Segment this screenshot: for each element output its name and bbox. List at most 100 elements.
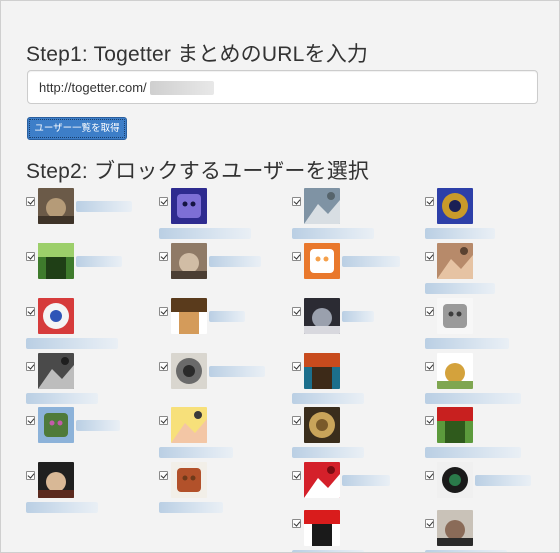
user-name-redacted xyxy=(425,447,521,458)
anime-character-icon xyxy=(38,462,74,498)
user-name-redacted xyxy=(425,228,495,239)
user-list-item[interactable] xyxy=(425,298,545,354)
anime-character-icon xyxy=(171,188,207,224)
user-name-redacted xyxy=(26,502,98,513)
user-list-item[interactable] xyxy=(26,298,146,354)
canal-photo-icon xyxy=(304,188,340,224)
user-select-checkbox[interactable] xyxy=(159,252,168,261)
user-list-item[interactable] xyxy=(292,298,412,354)
user-name-redacted xyxy=(209,366,265,377)
skull-pirate-icon xyxy=(304,462,340,498)
user-name-redacted xyxy=(475,475,531,486)
user-list-item[interactable] xyxy=(292,188,412,244)
user-list-item[interactable] xyxy=(26,462,146,518)
user-select-checkbox[interactable] xyxy=(292,252,301,261)
user-name-redacted xyxy=(159,228,251,239)
user-name-redacted xyxy=(76,256,122,267)
wing-illustration-icon xyxy=(437,298,473,334)
user-select-checkbox[interactable] xyxy=(425,362,434,371)
cat-photo-icon xyxy=(38,188,74,224)
user-name-redacted xyxy=(292,228,374,239)
user-grid xyxy=(1,1,559,552)
user-select-checkbox[interactable] xyxy=(292,416,301,425)
anime-character-icon xyxy=(171,407,207,443)
car-photo-icon xyxy=(437,407,473,443)
pirate-character-icon xyxy=(437,462,473,498)
user-name-redacted xyxy=(342,311,374,322)
user-list-item[interactable] xyxy=(292,353,412,409)
user-select-checkbox[interactable] xyxy=(292,197,301,206)
user-select-checkbox[interactable] xyxy=(26,471,35,480)
user-name-redacted xyxy=(159,447,233,458)
user-list-item[interactable] xyxy=(425,407,545,463)
user-name-redacted xyxy=(342,256,400,267)
gold-object-icon xyxy=(304,407,340,443)
user-select-checkbox[interactable] xyxy=(292,519,301,528)
user-select-checkbox[interactable] xyxy=(425,307,434,316)
sushi-logo-icon xyxy=(437,353,473,389)
user-select-checkbox[interactable] xyxy=(292,362,301,371)
user-select-checkbox[interactable] xyxy=(26,252,35,261)
user-list-item[interactable] xyxy=(292,510,412,552)
user-list-item[interactable] xyxy=(159,462,279,518)
user-select-checkbox[interactable] xyxy=(292,307,301,316)
user-list-item[interactable] xyxy=(159,407,279,463)
ramen-photo-icon xyxy=(171,462,207,498)
user-name-redacted xyxy=(425,338,509,349)
user-name-redacted xyxy=(209,256,261,267)
user-select-checkbox[interactable] xyxy=(292,471,301,480)
user-select-checkbox[interactable] xyxy=(425,252,434,261)
user-select-checkbox[interactable] xyxy=(159,416,168,425)
user-list-item[interactable] xyxy=(26,353,146,409)
cat-photo-icon xyxy=(171,243,207,279)
user-list-item[interactable] xyxy=(425,510,545,552)
portrait-photo-icon xyxy=(437,510,473,546)
user-name-redacted xyxy=(342,475,390,486)
user-name-redacted xyxy=(76,420,120,431)
user-list-item[interactable] xyxy=(159,188,279,244)
user-select-checkbox[interactable] xyxy=(159,471,168,480)
user-list-item[interactable] xyxy=(159,298,279,354)
user-list-item[interactable] xyxy=(26,407,146,463)
user-name-redacted xyxy=(209,311,245,322)
user-list-item[interactable] xyxy=(425,188,545,244)
user-select-checkbox[interactable] xyxy=(425,416,434,425)
user-list-item[interactable] xyxy=(159,353,279,409)
manga-face-icon xyxy=(171,353,207,389)
hello-kitty-icon xyxy=(304,243,340,279)
user-select-checkbox[interactable] xyxy=(26,362,35,371)
user-select-checkbox[interactable] xyxy=(425,471,434,480)
bear-character-icon xyxy=(171,298,207,334)
user-select-checkbox[interactable] xyxy=(425,519,434,528)
user-name-redacted xyxy=(159,502,223,513)
user-name-redacted xyxy=(425,283,495,294)
user-list-item[interactable] xyxy=(292,407,412,463)
user-name-redacted xyxy=(26,338,118,349)
user-name-redacted xyxy=(76,201,132,212)
user-name-redacted xyxy=(292,393,364,404)
user-list-item[interactable] xyxy=(425,243,545,299)
user-list-item[interactable] xyxy=(425,353,545,409)
anime-character-icon xyxy=(304,298,340,334)
plant-photo-icon xyxy=(38,243,74,279)
user-select-checkbox[interactable] xyxy=(425,197,434,206)
user-select-checkbox[interactable] xyxy=(26,416,35,425)
cat-photo-icon xyxy=(38,353,74,389)
user-list-item[interactable] xyxy=(292,243,412,299)
user-select-checkbox[interactable] xyxy=(159,362,168,371)
sonic-character-icon xyxy=(437,188,473,224)
user-list-item[interactable] xyxy=(26,243,146,299)
user-select-checkbox[interactable] xyxy=(159,197,168,206)
landscape-photo-icon xyxy=(38,407,74,443)
user-select-checkbox[interactable] xyxy=(26,197,35,206)
user-select-checkbox[interactable] xyxy=(26,307,35,316)
user-name-redacted xyxy=(26,393,98,404)
user-list-item[interactable] xyxy=(26,188,146,244)
user-select-checkbox[interactable] xyxy=(159,307,168,316)
user-name-redacted xyxy=(292,447,364,458)
user-list-item[interactable] xyxy=(159,243,279,299)
daruma-icon xyxy=(304,510,340,546)
user-name-redacted xyxy=(425,393,521,404)
robot-illustration-icon xyxy=(304,353,340,389)
baby-photo-icon xyxy=(437,243,473,279)
